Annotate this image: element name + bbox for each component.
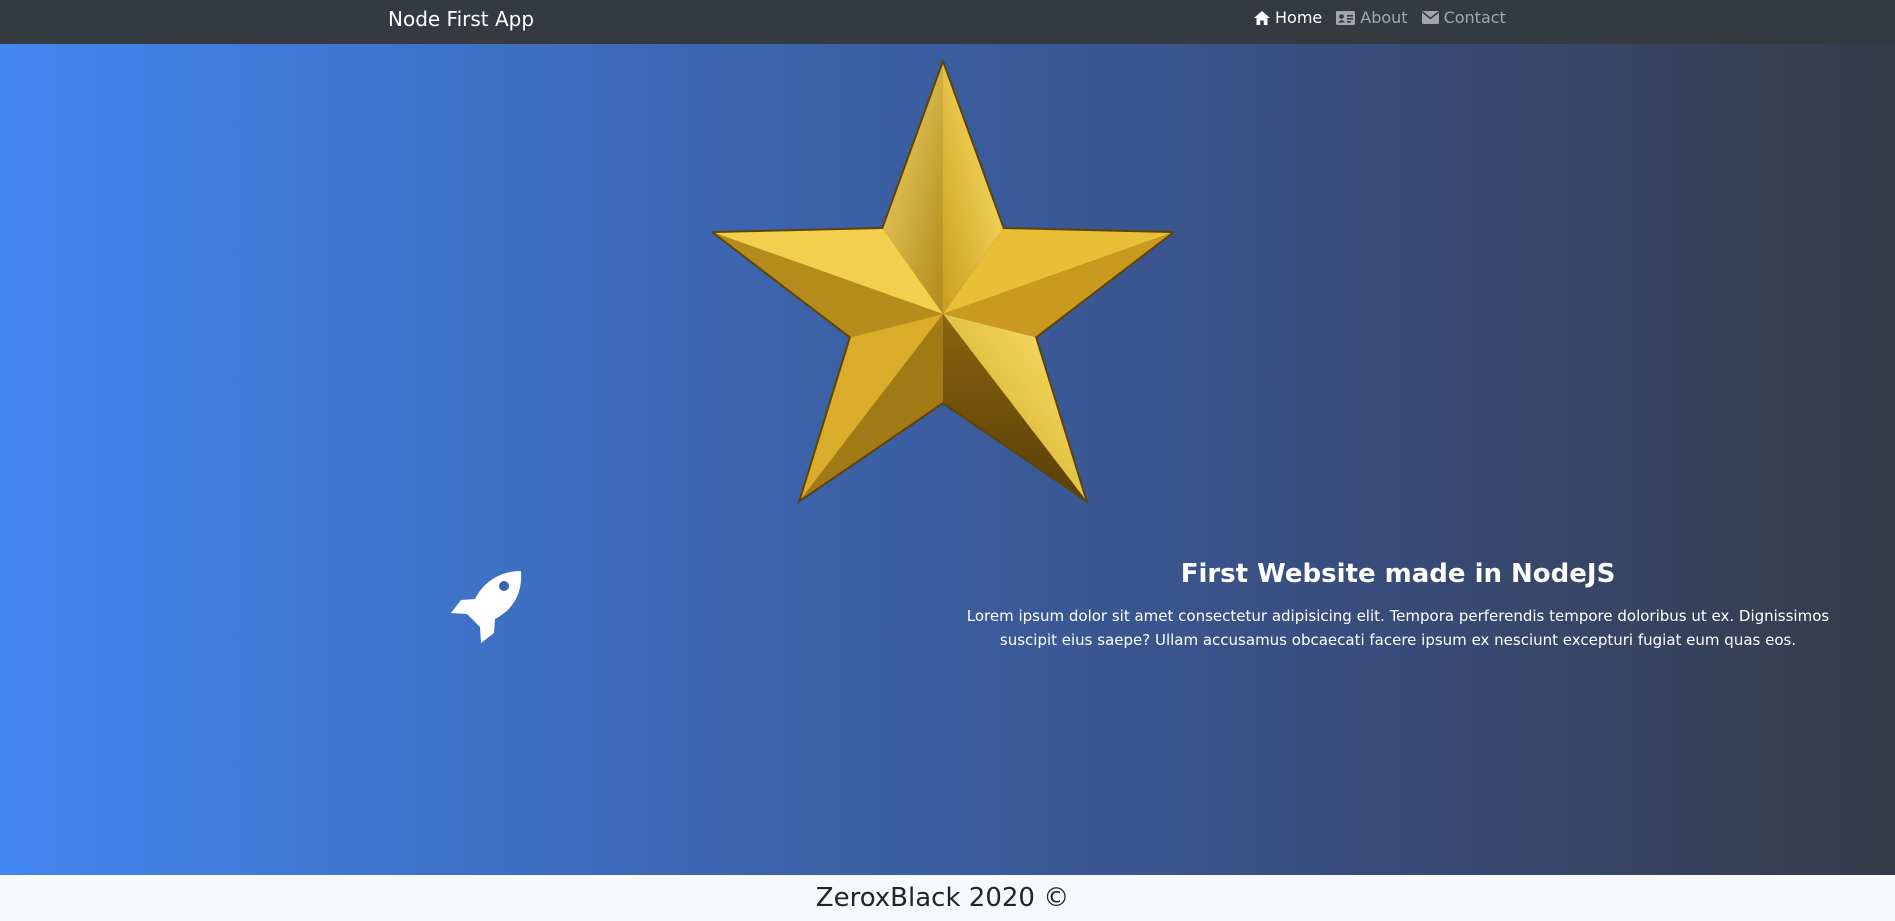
rocket-icon — [451, 571, 522, 643]
nav-menu: Home About Contact — [1254, 8, 1520, 27]
nav-item-about-label: About — [1360, 8, 1408, 27]
envelope-icon — [1421, 11, 1439, 24]
home-icon — [1254, 10, 1270, 25]
brand-link[interactable]: Node First App — [388, 7, 534, 31]
id-card-icon — [1336, 10, 1356, 25]
navbar: Node First App Home About Contact — [0, 0, 1895, 44]
nav-item-home[interactable]: Home — [1254, 8, 1322, 27]
footer: ZeroxBlack 2020 © — [0, 875, 1895, 921]
gold-star-icon — [712, 59, 1174, 504]
nav-item-contact[interactable]: Contact — [1421, 8, 1506, 27]
hero-section: First Website made in NodeJS Lorem ipsum… — [0, 44, 1895, 875]
nav-item-home-label: Home — [1275, 8, 1323, 27]
footer-text: ZeroxBlack 2020 © — [815, 883, 1070, 913]
hero-body: Lorem ipsum dolor sit amet consectetur a… — [966, 607, 1830, 649]
hero-title: First Website made in NodeJS — [1180, 559, 1616, 589]
nav-item-contact-label: Contact — [1443, 8, 1506, 27]
nav-item-about[interactable]: About — [1336, 8, 1408, 27]
